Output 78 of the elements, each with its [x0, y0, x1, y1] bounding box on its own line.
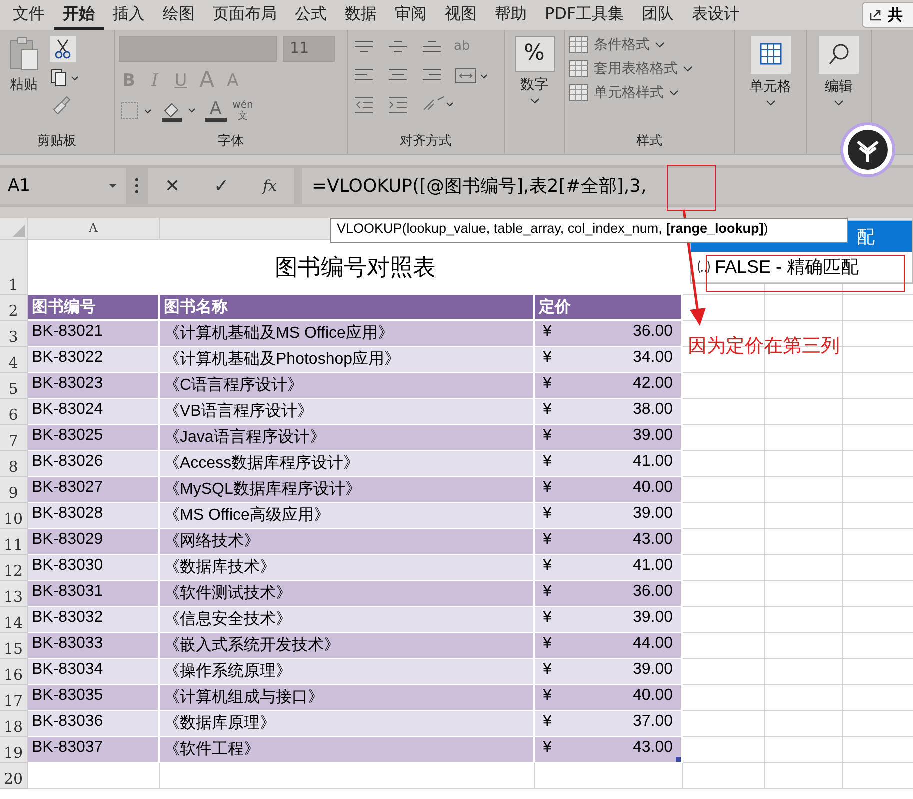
table-cell: BK-83027	[28, 477, 160, 503]
table-cell: BK-83035	[28, 685, 160, 711]
currency-symbol: ¥	[543, 713, 552, 732]
table-cell: BK-83037	[28, 737, 160, 763]
table-cell: BK-83036	[28, 711, 160, 737]
table-cell: 《C语言程序设计》	[160, 373, 535, 399]
table-cell: BK-83032	[28, 607, 160, 633]
currency-symbol: ¥	[543, 557, 552, 576]
price-value: 38.00	[632, 401, 673, 420]
table-cell: 《计算机组成与接口》	[160, 685, 535, 711]
table-cell: 《计算机基础及MS Office应用》	[160, 321, 535, 347]
function-tooltip: VLOOKUP(lookup_value, table_array, col_index_num, [range_lookup])	[330, 218, 848, 243]
currency-symbol: ¥	[543, 323, 552, 342]
table-cell: BK-83030	[28, 555, 160, 581]
price-value: 43.00	[632, 531, 673, 550]
price-value: 43.00	[632, 739, 673, 758]
currency-symbol: ¥	[543, 453, 552, 472]
table-cell: BK-83029	[28, 529, 160, 555]
currency-symbol: ¥	[543, 583, 552, 602]
group-label: 样式	[636, 134, 662, 149]
currency-symbol: ¥	[543, 349, 552, 368]
currency-symbol: ¥	[543, 427, 552, 446]
price-value: 34.00	[632, 349, 673, 368]
group-label: 剪贴板	[38, 134, 76, 149]
sheet-title: 图书编号对照表	[275, 254, 436, 282]
table-cell: 《Access数据库程序设计》	[160, 451, 535, 477]
currency-symbol: ¥	[543, 401, 552, 420]
price-value: 36.00	[632, 583, 673, 602]
table-cell: 《操作系统原理》	[160, 659, 535, 685]
currency-symbol: ¥	[543, 375, 552, 394]
table-cell: BK-83021	[28, 321, 160, 347]
table-cell: BK-83022	[28, 347, 160, 373]
currency-symbol: ¥	[543, 505, 552, 524]
currency-symbol: ¥	[543, 479, 552, 498]
column-heading: 图书名称	[160, 295, 535, 321]
table-cell: 《网络技术》	[160, 529, 535, 555]
table-cell: 《MySQL数据库程序设计》	[160, 477, 535, 503]
currency-symbol: ¥	[543, 739, 552, 758]
table-cell: 《数据库技术》	[160, 555, 535, 581]
price-value: 44.00	[632, 635, 673, 654]
table-cell: 《MS Office高级应用》	[160, 503, 535, 529]
table-cell: BK-83025	[28, 425, 160, 451]
currency-symbol: ¥	[543, 609, 552, 628]
price-value: 40.00	[632, 687, 673, 706]
currency-symbol: ¥	[543, 687, 552, 706]
table-cell: BK-83031	[28, 581, 160, 607]
column-heading: 定价	[535, 295, 683, 321]
table-cell: BK-83034	[28, 659, 160, 685]
currency-symbol: ¥	[543, 661, 552, 680]
table-cell: BK-83033	[28, 633, 160, 659]
currency-symbol: ¥	[543, 635, 552, 654]
price-value: 40.00	[632, 479, 673, 498]
table-cell: 《Java语言程序设计》	[160, 425, 535, 451]
table-cell: 《VB语言程序设计》	[160, 399, 535, 425]
table-cell: 《软件测试技术》	[160, 581, 535, 607]
price-value: 36.00	[632, 323, 673, 342]
price-value: 39.00	[632, 609, 673, 628]
table-cell: 《信息安全技术》	[160, 607, 535, 633]
price-value: 39.00	[632, 427, 673, 446]
currency-symbol: ¥	[543, 531, 552, 550]
table-cell: BK-83023	[28, 373, 160, 399]
price-value: 42.00	[632, 375, 673, 394]
column-heading: 图书编号	[28, 295, 160, 321]
price-value: 37.00	[632, 713, 673, 732]
price-value: 41.00	[632, 557, 673, 576]
table-cell: 《嵌入式系统开发技术》	[160, 633, 535, 659]
group-label: 对齐方式	[400, 134, 452, 149]
price-value: 39.00	[632, 661, 673, 680]
price-value: 39.00	[632, 505, 673, 524]
table-cell: 《数据库原理》	[160, 711, 535, 737]
group-label: 字体	[218, 134, 244, 149]
table-cell: BK-83028	[28, 503, 160, 529]
table-cell: 《计算机基础及Photoshop应用》	[160, 347, 535, 373]
table-cell: BK-83026	[28, 451, 160, 477]
annotation-text: 因为定价在第三列	[688, 334, 840, 359]
table-cell: 《软件工程》	[160, 737, 535, 763]
price-value: 41.00	[632, 453, 673, 472]
table-cell: BK-83024	[28, 399, 160, 425]
